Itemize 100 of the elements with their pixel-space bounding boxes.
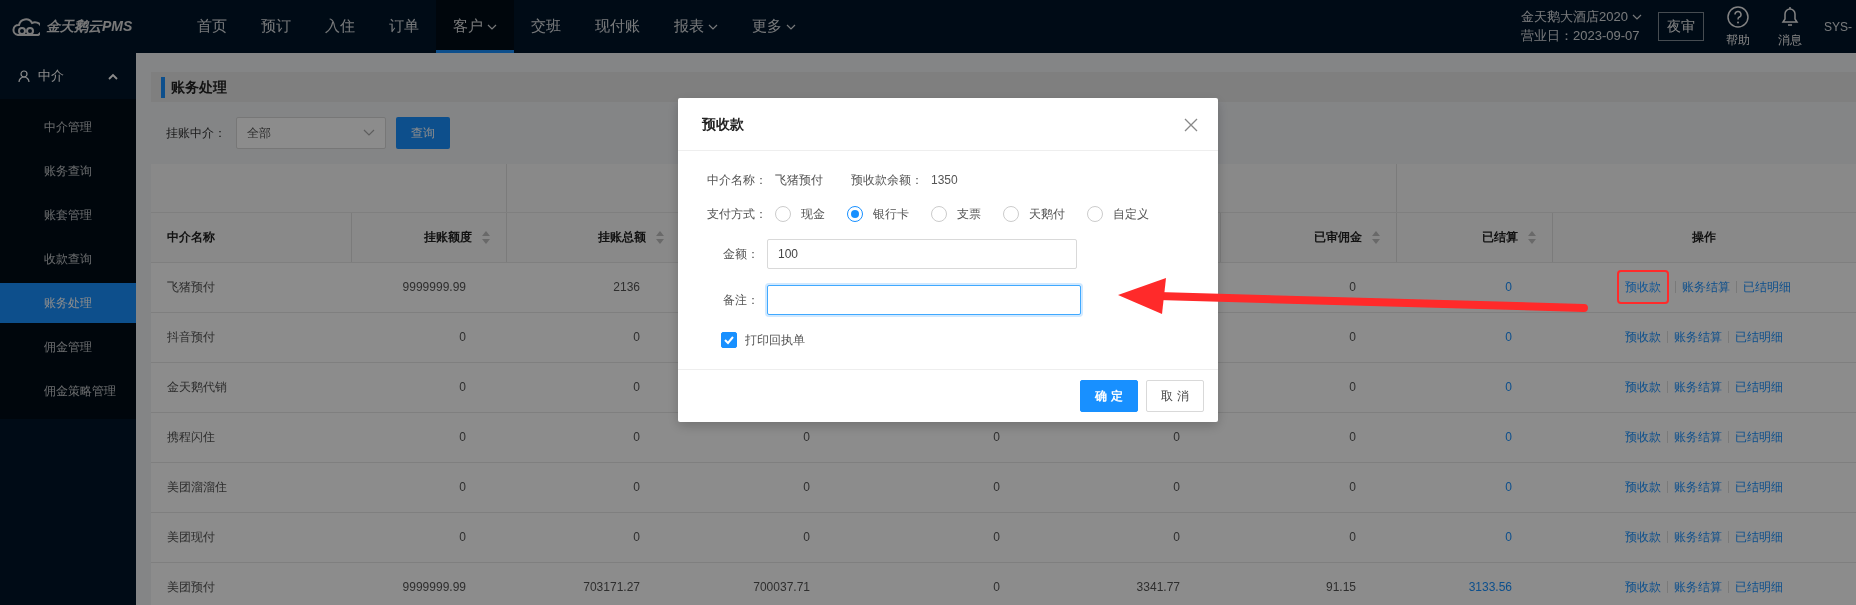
amount-value: 0 — [803, 530, 810, 544]
amount-value: 0 — [993, 530, 1000, 544]
help-label[interactable]: 帮助 — [1726, 30, 1750, 49]
radio-option[interactable]: 自定义 — [1087, 205, 1149, 223]
action-link[interactable]: 账务结算 — [1682, 278, 1731, 296]
action-link[interactable]: 预收款 — [1625, 428, 1662, 446]
amount-value: 0 — [1349, 330, 1357, 344]
agent-name: 携程闪住 — [167, 430, 215, 444]
page-title: 账务处理 — [161, 76, 227, 98]
action-link[interactable]: 预收款 — [1625, 578, 1662, 596]
action-link[interactable]: 已结明细 — [1735, 428, 1784, 446]
amount-value: 0 — [1173, 480, 1180, 494]
action-link[interactable]: 已结明细 — [1735, 528, 1784, 546]
sort-icon[interactable] — [1371, 231, 1380, 245]
agent-select[interactable]: 全部 — [236, 117, 386, 149]
amount-value: 0 — [633, 330, 640, 344]
logo-text: 金天鹅云PMS — [46, 17, 133, 36]
sidebar-item[interactable]: 账务查询 — [0, 151, 136, 191]
nav-tab[interactable]: 预订 — [244, 0, 308, 53]
amount-value: 2136 — [613, 280, 640, 294]
sidebar-item[interactable]: 佣金策略管理 — [0, 371, 136, 411]
checkbox-label[interactable]: 打印回执单 — [745, 331, 805, 349]
field-label: 预收款余额： — [851, 172, 923, 189]
sort-icon[interactable] — [655, 231, 664, 245]
dialog-title: 预收款 — [702, 114, 744, 134]
action-link[interactable]: 已结明细 — [1743, 278, 1792, 296]
amount-value: 3341.77 — [1136, 580, 1180, 594]
nav-tab[interactable]: 报表 — [657, 0, 735, 53]
sort-icon[interactable] — [481, 231, 490, 245]
filter-label: 挂账中介： — [166, 125, 226, 142]
action-link[interactable]: 预收款 — [1625, 378, 1662, 396]
query-button[interactable]: 查询 — [396, 117, 450, 149]
night-audit-button[interactable]: 夜审 — [1658, 12, 1704, 41]
action-link[interactable]: 预收款 — [1625, 280, 1662, 294]
messages-label[interactable]: 消息 — [1778, 30, 1802, 49]
action-link[interactable]: 已结明细 — [1735, 478, 1784, 496]
agent-value: 飞猪预付 — [775, 172, 823, 189]
amount-field[interactable]: 100 — [767, 239, 1077, 269]
nav-tab[interactable]: 客户 — [436, 0, 514, 53]
confirm-button[interactable]: 确 定 — [1080, 380, 1138, 412]
action-link[interactable]: 预收款 — [1625, 478, 1662, 496]
amount-link[interactable]: 3133.56 — [1468, 580, 1513, 594]
amount-value: 0 — [993, 480, 1000, 494]
column-header: 已结算 — [1481, 230, 1518, 244]
amount-link[interactable]: 0 — [1505, 480, 1513, 494]
cancel-button[interactable]: 取 消 — [1146, 380, 1204, 412]
field-label: 备注： — [722, 292, 759, 309]
action-link[interactable]: 预收款 — [1625, 328, 1662, 346]
sort-icon[interactable] — [1527, 231, 1536, 245]
amount-value: 9999999.99 — [402, 580, 466, 594]
radio-option[interactable]: 现金 — [775, 205, 825, 223]
action-link[interactable]: 账务结算 — [1674, 528, 1723, 546]
caret-icon[interactable] — [363, 129, 375, 137]
action-link[interactable]: 账务结算 — [1674, 378, 1723, 396]
help-icon[interactable] — [1726, 4, 1750, 29]
sidebar-item[interactable]: 账务处理 — [0, 283, 136, 323]
action-link[interactable]: 账务结算 — [1674, 328, 1723, 346]
amount-value: 0 — [633, 430, 640, 444]
action-link[interactable]: 预收款 — [1625, 528, 1662, 546]
amount-link[interactable]: 0 — [1505, 330, 1513, 344]
checkbox[interactable] — [721, 332, 737, 348]
column-header: 挂账额度 — [423, 230, 472, 244]
agent-name: 抖音预付 — [167, 330, 215, 344]
amount-value: 0 — [803, 480, 810, 494]
nav-tab[interactable]: 首页 — [180, 0, 244, 53]
amount-value: 0 — [993, 430, 1000, 444]
sidebar-item[interactable]: 佣金管理 — [0, 327, 136, 367]
action-link[interactable]: 账务结算 — [1674, 578, 1723, 596]
action-link[interactable]: 账务结算 — [1674, 428, 1723, 446]
amount-value: 0 — [633, 530, 640, 544]
action-link[interactable]: 已结明细 — [1735, 328, 1784, 346]
amount-value: 0 — [1349, 380, 1357, 394]
column-header: 中介名称 — [167, 230, 215, 244]
amount-value: 0 — [633, 380, 640, 394]
column-header: 挂账总额 — [597, 230, 646, 244]
sidebar-item[interactable]: 收款查询 — [0, 239, 136, 279]
nav-tab[interactable]: 现付账 — [578, 0, 657, 53]
sidebar-item[interactable]: 中介管理 — [0, 107, 136, 147]
radio-option[interactable]: 天鹅付 — [1003, 205, 1065, 223]
remark-field[interactable] — [767, 285, 1081, 315]
radio-option[interactable]: 银行卡 — [847, 205, 909, 223]
nav-tab[interactable]: 更多 — [735, 0, 813, 53]
radio-option[interactable]: 支票 — [931, 205, 981, 223]
field-label: 金额： — [722, 246, 759, 263]
amount-link[interactable]: 0 — [1505, 530, 1513, 544]
nav-tab[interactable]: 订单 — [372, 0, 436, 53]
action-link[interactable]: 已结明细 — [1735, 378, 1784, 396]
amount-value: 0 — [459, 480, 466, 494]
action-link[interactable]: 已结明细 — [1735, 578, 1784, 596]
hotel-name[interactable]: 金天鹅大酒店2020 — [1521, 8, 1628, 27]
field-label: 中介名称： — [707, 172, 767, 189]
user-name[interactable]: SYS- — [1824, 17, 1852, 36]
amount-link[interactable]: 0 — [1505, 280, 1513, 294]
nav-tab[interactable]: 入住 — [308, 0, 372, 53]
sidebar-item[interactable]: 账套管理 — [0, 195, 136, 235]
amount-value: 700037.71 — [753, 580, 810, 594]
amount-link[interactable]: 0 — [1505, 430, 1513, 444]
nav-tab[interactable]: 交班 — [514, 0, 578, 53]
amount-link[interactable]: 0 — [1505, 380, 1513, 394]
action-link[interactable]: 账务结算 — [1674, 478, 1723, 496]
